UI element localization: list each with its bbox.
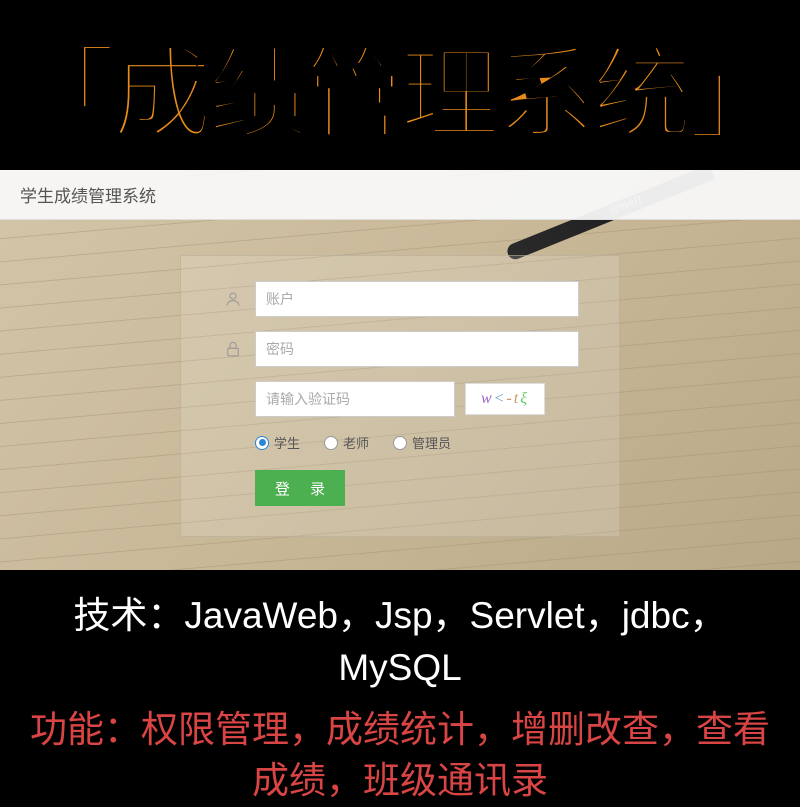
footer-info: 技术：JavaWeb，Jsp，Servlet，jdbc，MySQL 功能：权限管… <box>0 570 800 800</box>
captcha-row: w < -t ξ <box>255 381 579 417</box>
login-button[interactable]: 登 录 <box>255 470 345 506</box>
radio-circle-icon <box>255 436 269 450</box>
password-row <box>221 331 579 367</box>
radio-teacher[interactable]: 老师 <box>324 433 369 452</box>
captcha-input[interactable] <box>255 381 455 417</box>
radio-student[interactable]: 学生 <box>255 433 300 452</box>
app-screenshot: @%#!! 学生成绩管理系统 <box>0 170 800 570</box>
tech-stack-text: 技术：JavaWeb，Jsp，Servlet，jdbc，MySQL <box>30 590 770 694</box>
hero-title: 「成绩管理系统」 <box>16 13 784 158</box>
radio-label: 管理员 <box>412 433 451 452</box>
features-text: 功能：权限管理，成绩统计，增删改查，查看成绩，班级通讯录 <box>30 704 770 807</box>
radio-admin[interactable]: 管理员 <box>393 433 451 452</box>
radio-label: 老师 <box>343 433 369 452</box>
role-radio-group: 学生 老师 管理员 <box>255 433 579 452</box>
login-panel: w < -t ξ 学生 老师 管理员 登 录 <box>180 255 620 537</box>
radio-label: 学生 <box>274 433 300 452</box>
captcha-image[interactable]: w < -t ξ <box>465 383 545 415</box>
lock-icon <box>221 337 245 361</box>
radio-circle-icon <box>393 436 407 450</box>
app-header: 学生成绩管理系统 <box>0 170 800 220</box>
account-input[interactable] <box>255 281 579 317</box>
account-row <box>221 281 579 317</box>
app-title: 学生成绩管理系统 <box>20 182 156 207</box>
radio-circle-icon <box>324 436 338 450</box>
password-input[interactable] <box>255 331 579 367</box>
hero-banner: 「成绩管理系统」 <box>0 0 800 170</box>
user-icon <box>221 287 245 311</box>
